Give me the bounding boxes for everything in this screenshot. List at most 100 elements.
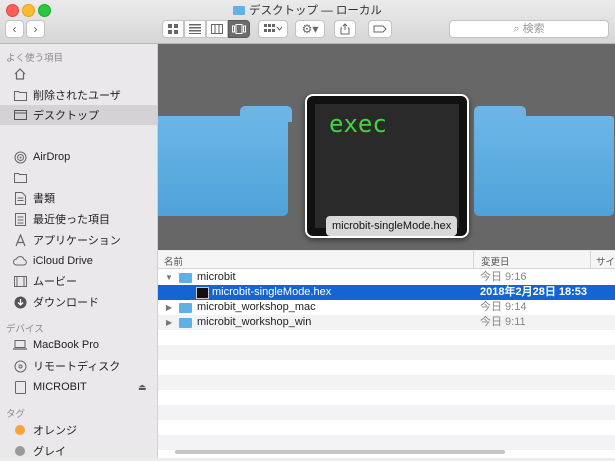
row-date: 今日 9:16 — [480, 271, 527, 283]
disclosure-expanded-icon[interactable]: ▼ — [165, 270, 173, 285]
gray-tag-dot-icon — [15, 446, 25, 456]
list-item-selected[interactable]: microbit-singleMode.hex 2018年2月28日 18:53 — [158, 285, 615, 300]
cloud-icon — [13, 254, 27, 268]
sidebar-item-label: iCloud Drive — [33, 255, 93, 267]
sidebar-item-label: ムービー — [33, 276, 77, 288]
hex-file-icon — [196, 287, 209, 299]
search-icon: ⌕ — [513, 23, 523, 35]
disclosure-collapsed-icon[interactable]: ▶ — [166, 315, 172, 330]
home-icon — [13, 67, 27, 81]
list-item[interactable]: ▶ microbit_workshop_mac 今日 9:14 — [158, 300, 615, 315]
folder-icon[interactable] — [474, 106, 614, 218]
sidebar-item-label: オレンジ — [33, 425, 77, 437]
sidebar-item-icloud-drive[interactable]: iCloud Drive — [0, 251, 157, 271]
list-item[interactable]: ▼ microbit 今日 9:16 — [158, 270, 615, 285]
row-date: 2018年2月28日 18:53 — [480, 286, 588, 298]
empty-row — [158, 405, 615, 420]
empty-row — [158, 375, 615, 390]
sidebar-item-deleted-users[interactable]: 削除されたユーザ — [0, 85, 157, 105]
list-item[interactable]: ▶ microbit_workshop_win 今日 9:11 — [158, 315, 615, 330]
search-placeholder: 検索 — [522, 23, 545, 35]
folder-icon — [233, 6, 246, 15]
gear-icon: ⚙▾ — [301, 22, 319, 36]
search-input[interactable]: ⌕ 検索 — [449, 20, 609, 38]
file-list: 名前 変更日 サイ ▼ microbit 今日 9:16 microbit-si… — [158, 251, 615, 458]
forward-button[interactable]: › — [26, 20, 45, 38]
sidebar-item-label: グレイ — [33, 446, 66, 458]
row-date: 今日 9:14 — [480, 301, 527, 313]
sidebar-item-label: 最近使った項目 — [33, 214, 110, 226]
tag-button[interactable] — [368, 20, 392, 38]
coverflow-view-icon — [232, 24, 246, 34]
icon-view-button[interactable] — [162, 20, 184, 38]
recents-icon — [13, 212, 27, 226]
row-name: microbit-singleMode.hex — [212, 286, 332, 298]
folder-icon — [13, 88, 27, 102]
chevron-left-icon: ‹ — [12, 22, 17, 36]
share-icon — [340, 23, 350, 35]
exec-label: exec — [329, 110, 387, 138]
row-name: microbit — [197, 271, 236, 283]
sidebar-item-label: ダウンロード — [33, 297, 99, 309]
row-name: microbit_workshop_win — [197, 316, 312, 328]
coverflow-preview[interactable]: exec microbit-singleMode.hex — [158, 44, 615, 250]
laptop-icon — [13, 338, 27, 352]
sidebar-item-airdrop[interactable]: AirDrop — [0, 147, 157, 167]
folder-icon — [179, 303, 192, 313]
action-button[interactable]: ⚙▾ — [295, 20, 325, 38]
sidebar-item-folder[interactable] — [0, 167, 157, 187]
sidebar-item-home[interactable] — [0, 64, 157, 84]
sidebar-item-label: MICROBIT — [33, 381, 87, 393]
sidebar-item-label: 書類 — [33, 193, 55, 205]
list-header: 名前 変更日 サイ — [158, 251, 615, 269]
sidebar-item-recents[interactable]: 最近使った項目 — [0, 209, 157, 229]
disclosure-collapsed-icon[interactable]: ▶ — [166, 300, 172, 315]
sidebar-item-applications[interactable]: アプリケーション — [0, 230, 157, 250]
sidebar-item-remote-disc[interactable]: リモートディスク — [0, 356, 157, 376]
sidebar-item-desktop[interactable]: デスクトップ — [0, 105, 157, 125]
coverflow-view-button[interactable] — [228, 20, 250, 38]
window-title-text: デスクトップ — ローカル — [249, 5, 382, 17]
folder-icon — [13, 170, 27, 184]
sidebar-item-tag-gray[interactable]: グレイ — [0, 441, 157, 461]
eject-icon[interactable]: ⏏ — [138, 382, 147, 393]
column-header-date[interactable]: 変更日 — [481, 254, 510, 268]
folder-icon — [179, 318, 192, 328]
sidebar-item-macbook-pro[interactable]: MacBook Pro — [0, 335, 157, 355]
applications-icon — [13, 233, 27, 247]
sidebar: よく使う項目 削除されたユーザ デスクトップ AirDrop 書類 最近使った項… — [0, 44, 158, 458]
sidebar-item-label: MacBook Pro — [33, 339, 100, 351]
folder-icon[interactable] — [158, 106, 292, 218]
column-view-button[interactable] — [206, 20, 228, 38]
column-header-name[interactable]: 名前 — [164, 254, 183, 268]
folder-icon — [179, 273, 192, 283]
tag-icon — [373, 25, 387, 33]
disc-icon — [13, 359, 27, 373]
row-name: microbit_workshop_mac — [197, 301, 316, 313]
favorites-header: よく使う項目 — [6, 53, 64, 64]
window-toolbar: デスクトップ — ローカル ‹ › ⚙▾ ⌕ 検索 — [0, 0, 615, 44]
sidebar-item-label: AirDrop — [33, 151, 71, 163]
group-by-button[interactable] — [258, 20, 288, 38]
drive-icon — [13, 380, 27, 394]
column-view-icon — [211, 24, 223, 34]
orange-tag-dot-icon — [15, 425, 25, 435]
sidebar-item-tag-orange[interactable]: オレンジ — [0, 420, 157, 440]
share-button[interactable] — [334, 20, 356, 38]
list-view-button[interactable] — [184, 20, 206, 38]
sidebar-item-downloads[interactable]: ダウンロード — [0, 292, 157, 312]
group-grid-icon — [264, 24, 282, 32]
list-view-icon — [189, 24, 201, 34]
sidebar-item-label: アプリケーション — [33, 235, 121, 247]
devices-header: デバイス — [6, 324, 44, 335]
back-button[interactable]: ‹ — [5, 20, 24, 38]
sidebar-item-documents[interactable]: 書類 — [0, 188, 157, 208]
coverflow-caption: microbit-singleMode.hex — [326, 216, 458, 236]
chevron-right-icon: › — [33, 22, 38, 36]
row-date: 今日 9:11 — [480, 316, 526, 328]
sidebar-item-microbit[interactable]: MICROBIT ⏏ — [0, 377, 157, 397]
horizontal-scrollbar[interactable] — [175, 450, 505, 454]
sidebar-item-movies[interactable]: ムービー — [0, 271, 157, 291]
desktop-icon — [13, 108, 27, 122]
column-header-size[interactable]: サイ — [596, 254, 615, 268]
